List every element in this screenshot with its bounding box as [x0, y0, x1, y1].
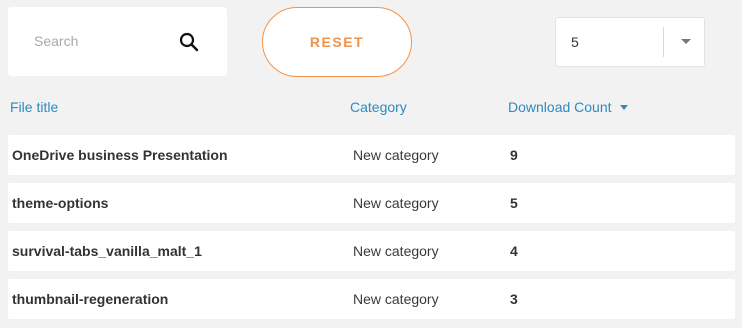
column-header-download-count-label: Download Count	[508, 99, 612, 115]
table-body: OneDrive business Presentation New categ…	[8, 135, 735, 327]
file-title-cell: theme-options	[12, 195, 109, 211]
column-header-category[interactable]: Category	[350, 99, 407, 115]
download-count-cell: 4	[510, 243, 518, 259]
select-divider	[663, 27, 664, 57]
file-title-cell: thumbnail-regeneration	[12, 291, 169, 307]
column-header-download-count[interactable]: Download Count	[508, 99, 628, 115]
file-title-cell: survival-tabs_vanilla_malt_1	[12, 243, 202, 259]
table-row[interactable]: OneDrive business Presentation New categ…	[8, 135, 735, 175]
download-count-cell: 9	[510, 147, 518, 163]
download-count-cell: 3	[510, 291, 518, 307]
table-row[interactable]: thumbnail-regeneration New category 3	[8, 279, 735, 319]
category-cell: New category	[353, 147, 439, 163]
search-input[interactable]	[28, 29, 180, 53]
search-box	[8, 7, 227, 76]
table-row[interactable]: theme-options New category 5	[8, 183, 735, 223]
download-count-cell: 5	[510, 195, 518, 211]
reset-button[interactable]: RESET	[262, 7, 412, 77]
sort-descending-icon	[619, 104, 628, 110]
chevron-down-icon[interactable]	[681, 39, 691, 44]
per-page-selected-value: 5	[571, 34, 579, 50]
table-row[interactable]: survival-tabs_vanilla_malt_1 New categor…	[8, 231, 735, 271]
category-cell: New category	[353, 291, 439, 307]
file-title-cell: OneDrive business Presentation	[12, 147, 228, 163]
column-header-file-title[interactable]: File title	[10, 99, 58, 115]
table-header: File title Category Download Count	[0, 96, 742, 120]
search-icon[interactable]	[178, 31, 200, 53]
per-page-select[interactable]: 5	[555, 17, 705, 67]
category-cell: New category	[353, 243, 439, 259]
category-cell: New category	[353, 195, 439, 211]
